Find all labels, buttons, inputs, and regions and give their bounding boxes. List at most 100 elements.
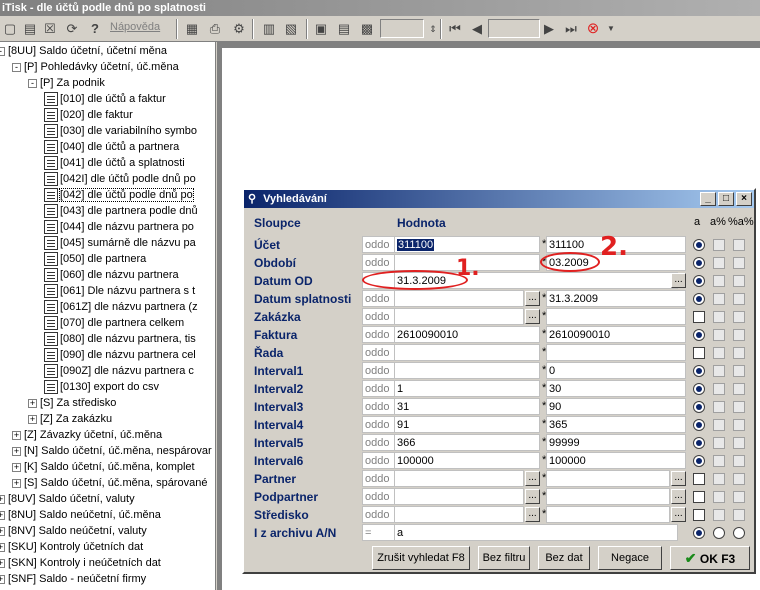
value-to-input[interactable]: 0 [546, 362, 686, 379]
zoom-input[interactable] [380, 19, 424, 38]
operator-field[interactable]: oddo [362, 344, 395, 361]
value-to-input[interactable]: 90 [546, 398, 686, 415]
match-contains-option[interactable] [733, 257, 745, 269]
tree-folder-node[interactable]: - [P] Za podnik [28, 75, 105, 91]
value-to-input[interactable] [546, 488, 670, 505]
tree-report-node[interactable]: [060] dle názvu partnera [44, 267, 179, 283]
operator-field[interactable]: oddo [362, 308, 395, 325]
match-prefix-option[interactable] [713, 419, 725, 431]
tree-report-node[interactable]: [050] dle partnera [44, 251, 146, 267]
tree-folder-node[interactable]: +[8NV] Saldo neúčetní, valuty [0, 523, 147, 539]
value-from-input[interactable]: 311100 [394, 236, 540, 253]
match-prefix-option[interactable] [713, 437, 725, 449]
match-contains-option[interactable] [733, 491, 745, 503]
operator-field[interactable]: oddo [362, 362, 395, 379]
new-icon[interactable]: ▢ [1, 20, 19, 38]
two-page-icon[interactable]: ▤ [335, 20, 353, 38]
tree-folder-node[interactable]: + [S] Za středisko [28, 395, 116, 411]
value-from-input[interactable] [394, 362, 540, 379]
tree-folder-node[interactable]: +[SKU] Kontroly účetních dat [0, 539, 143, 555]
negate-button[interactable]: Negace [598, 546, 662, 570]
refresh-icon[interactable]: ⟳ [63, 20, 81, 38]
tree-report-node[interactable]: [070] dle partnera celkem [44, 315, 184, 331]
tree-report-node[interactable]: [042I] dle účtů podle dnů po [44, 171, 196, 187]
collapse-icon[interactable]: - [0, 46, 5, 56]
match-prefix-option[interactable] [713, 275, 725, 287]
operator-field[interactable]: oddo [362, 290, 395, 307]
value-to-input[interactable] [546, 506, 670, 523]
match-exact-option[interactable] [693, 365, 705, 377]
match-exact-option[interactable] [693, 383, 705, 395]
page-view-icon[interactable]: ▣ [312, 20, 330, 38]
print-icon[interactable]: ⎙ [206, 20, 224, 38]
match-prefix-option[interactable] [713, 329, 725, 341]
operator-field[interactable]: oddo [362, 452, 395, 469]
collapse-icon[interactable]: - [12, 62, 21, 72]
zoom-icon[interactable]: ▩ [358, 20, 376, 38]
value-from-input[interactable]: 91 [394, 416, 540, 433]
ok-button[interactable]: ✔ OK F3 [670, 546, 750, 570]
value-from-input[interactable] [394, 488, 524, 505]
minimize-icon[interactable]: _ [700, 192, 716, 206]
export-icon[interactable]: ▥ [260, 20, 278, 38]
match-prefix-option[interactable] [713, 347, 725, 359]
tree-report-node[interactable]: [040] dle účtů a partnera [44, 139, 179, 155]
match-contains-option[interactable] [733, 473, 745, 485]
match-contains-option[interactable] [733, 437, 745, 449]
operator-field[interactable]: oddo [362, 236, 395, 253]
match-contains-option[interactable] [733, 239, 745, 251]
match-contains-option[interactable] [733, 275, 745, 287]
delete-icon[interactable]: ☒ [41, 20, 59, 38]
browse-button[interactable]: ... [525, 471, 540, 486]
match-prefix-option[interactable] [713, 239, 725, 251]
expand-icon[interactable]: + [28, 398, 37, 408]
expand-icon[interactable]: + [0, 510, 5, 520]
match-prefix-option[interactable] [713, 293, 725, 305]
cancel-search-button[interactable]: Zrušit vyhledat F8 [372, 546, 470, 570]
value-to-input[interactable] [546, 344, 686, 361]
tree-report-node[interactable]: [041] dle účtů a splatnosti [44, 155, 185, 171]
value-from-input[interactable] [394, 470, 524, 487]
expand-icon[interactable]: + [0, 558, 5, 568]
printer-setup-icon[interactable]: ⚙ [230, 20, 248, 38]
browse-button[interactable]: ... [671, 471, 686, 486]
tree-folder-node[interactable]: +[SKN] Kontroly i neúčetních dat [0, 555, 161, 571]
close-report-icon[interactable]: ⊗ [584, 20, 602, 38]
tree-report-node[interactable]: [010] dle účtů a faktur [44, 91, 166, 107]
value-to-input[interactable]: 365 [546, 416, 686, 433]
prev-page-icon[interactable]: ◀ [468, 20, 486, 38]
value-from-input[interactable] [394, 344, 540, 361]
tree-report-node[interactable]: [0130] export do csv [44, 379, 159, 395]
value-from-input[interactable]: 2610090010 [394, 326, 540, 343]
match-contains-option[interactable] [733, 383, 745, 395]
match-prefix-option[interactable] [713, 383, 725, 395]
value-from-input[interactable]: 1 [394, 380, 540, 397]
match-prefix-option[interactable] [713, 527, 725, 539]
operator-field[interactable]: oddo [362, 380, 395, 397]
operator-field[interactable]: = [362, 524, 395, 541]
operator-field[interactable]: oddo [362, 326, 395, 343]
browse-button[interactable]: ... [525, 489, 540, 504]
match-prefix-option[interactable] [713, 257, 725, 269]
operator-field[interactable]: oddo [362, 416, 395, 433]
value-to-input[interactable]: 2610090010 [546, 326, 686, 343]
value-to-input[interactable] [546, 470, 670, 487]
value-from-input[interactable] [394, 290, 524, 307]
tree-folder-node[interactable]: + [S] Saldo účetní, úč.měna, spárované [12, 475, 207, 491]
help-icon[interactable]: ? [86, 20, 104, 38]
page-number-input[interactable] [488, 19, 540, 38]
tree-report-node[interactable]: [061Z] dle názvu partnera (z [44, 299, 198, 315]
match-contains-option[interactable] [733, 329, 745, 341]
close-icon[interactable]: × [736, 192, 752, 206]
tree-report-node[interactable]: [020] dle faktur [44, 107, 133, 123]
expand-icon[interactable]: + [0, 542, 5, 552]
value-to-input[interactable]: 99999 [546, 434, 686, 451]
match-exact-option[interactable] [693, 347, 705, 359]
dropdown-arrow-icon[interactable]: ▼ [602, 20, 620, 38]
operator-field[interactable]: oddo [362, 470, 395, 487]
help-button[interactable]: Nápověda [110, 21, 160, 33]
tree-report-node[interactable]: [090Z] dle názvu partnera c [44, 363, 194, 379]
operator-field[interactable]: oddo [362, 254, 395, 271]
value-from-input[interactable]: a [394, 524, 678, 541]
expand-icon[interactable]: + [12, 478, 21, 488]
